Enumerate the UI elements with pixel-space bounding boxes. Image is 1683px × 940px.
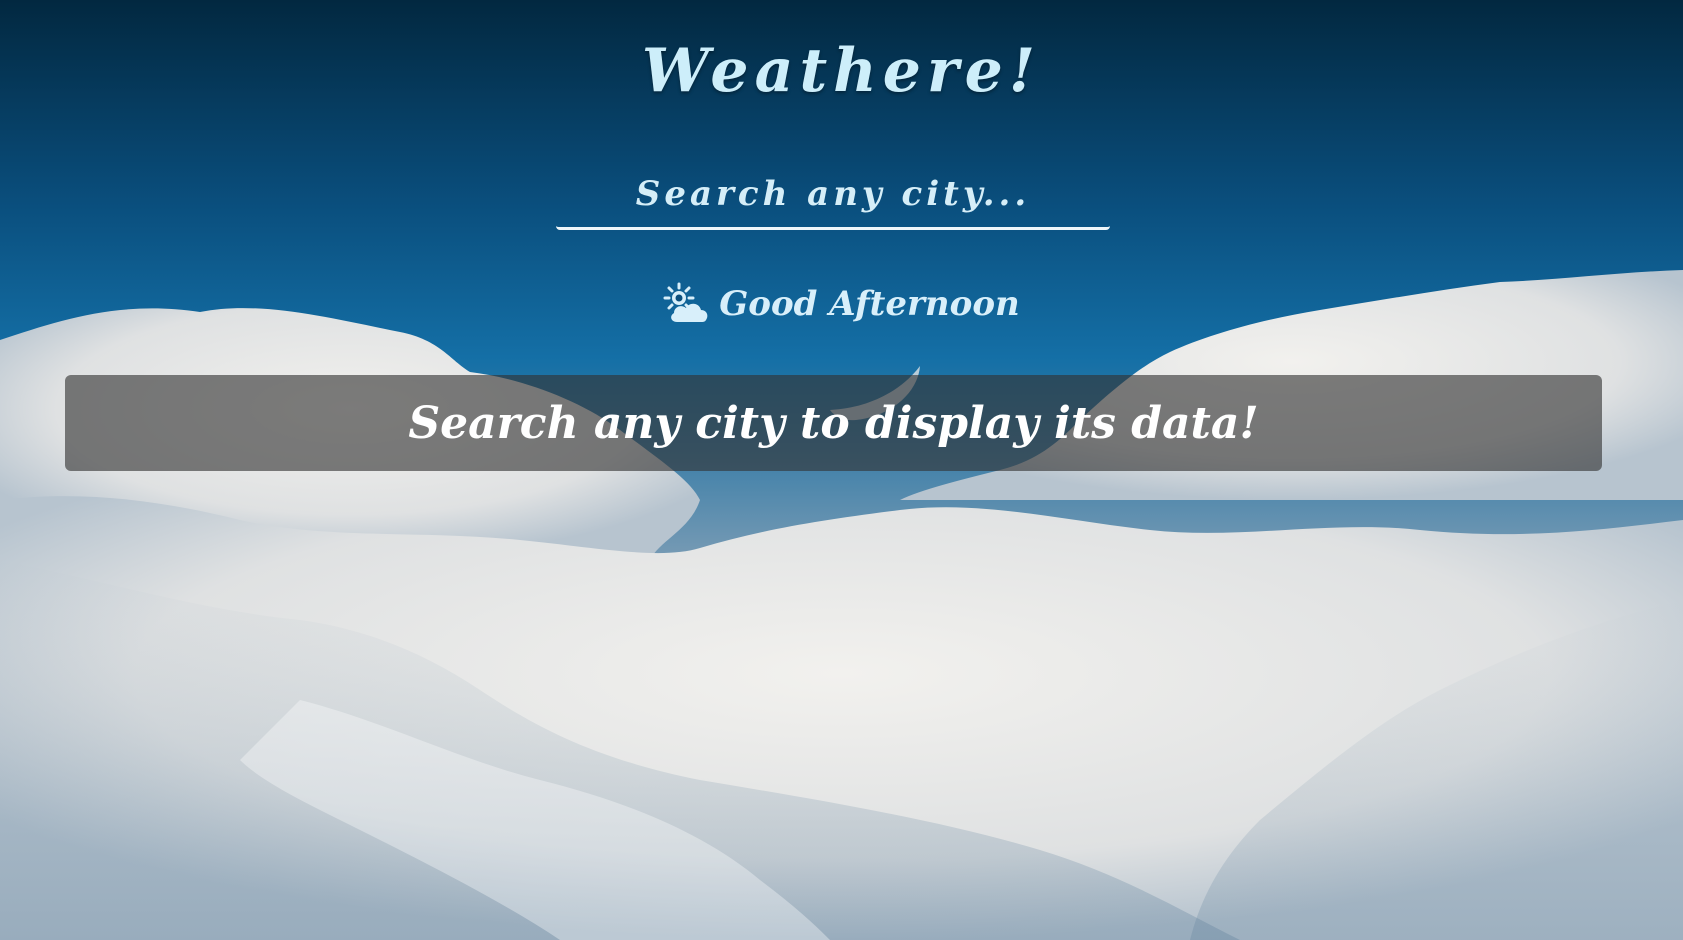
sun-cloud-icon bbox=[663, 282, 711, 326]
result-message: Search any city to display its data! bbox=[408, 397, 1259, 449]
app-title: Weathere! bbox=[641, 36, 1042, 106]
greeting: Good Afternoon bbox=[0, 282, 1683, 326]
result-panel: Search any city to display its data! bbox=[65, 375, 1602, 471]
search-bar bbox=[556, 160, 1110, 234]
city-search-input[interactable] bbox=[556, 160, 1110, 230]
greeting-text: Good Afternoon bbox=[719, 284, 1020, 324]
